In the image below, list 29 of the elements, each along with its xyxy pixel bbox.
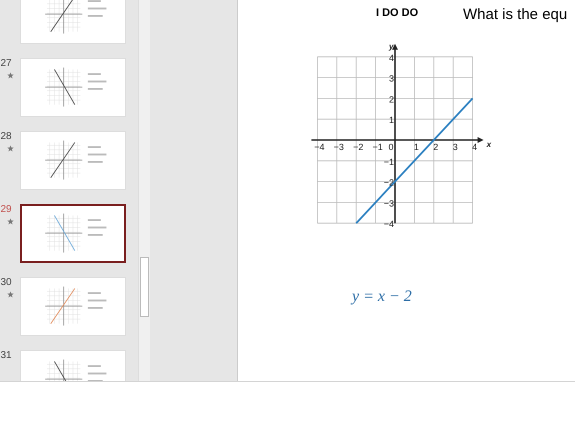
equation-text: y = x − 2: [352, 288, 412, 306]
x-axis-label: x: [486, 140, 492, 149]
slide-number: 27: [0, 58, 12, 70]
x-tick-label: 1: [414, 142, 419, 152]
slide-number: 29: [0, 204, 12, 216]
y-tick-label: −1: [384, 156, 394, 167]
y-tick-label: −3: [384, 198, 394, 208]
y-tick-label: 3: [388, 74, 394, 84]
x-tick-label: −4: [314, 142, 325, 152]
y-tick-label: 4: [388, 52, 394, 63]
y-tick-label: −4: [384, 219, 394, 230]
slide-number: 30: [0, 277, 12, 289]
scrollbar-thumb[interactable]: [140, 257, 149, 317]
slide-heading: I DO DO: [376, 7, 418, 19]
x-tick-label: −2: [353, 142, 364, 152]
y-tick-label: 1: [388, 115, 394, 126]
y-axis-label: y: [389, 42, 394, 51]
x-tick-label: 0: [388, 142, 394, 152]
x-tick-label: 4: [472, 142, 478, 152]
slide-number: 28: [0, 131, 12, 143]
x-tick-label: −1: [372, 142, 383, 152]
question-text: What is the equ: [463, 6, 568, 23]
y-tick-label: −2: [384, 178, 394, 188]
slide-number: 31: [0, 350, 12, 362]
x-tick-label: −3: [334, 142, 344, 152]
x-tick-label: 2: [433, 142, 438, 152]
y-tick-label: 2: [388, 94, 394, 104]
scrollbar[interactable]: [138, 0, 150, 381]
x-tick-label: 3: [452, 142, 458, 152]
